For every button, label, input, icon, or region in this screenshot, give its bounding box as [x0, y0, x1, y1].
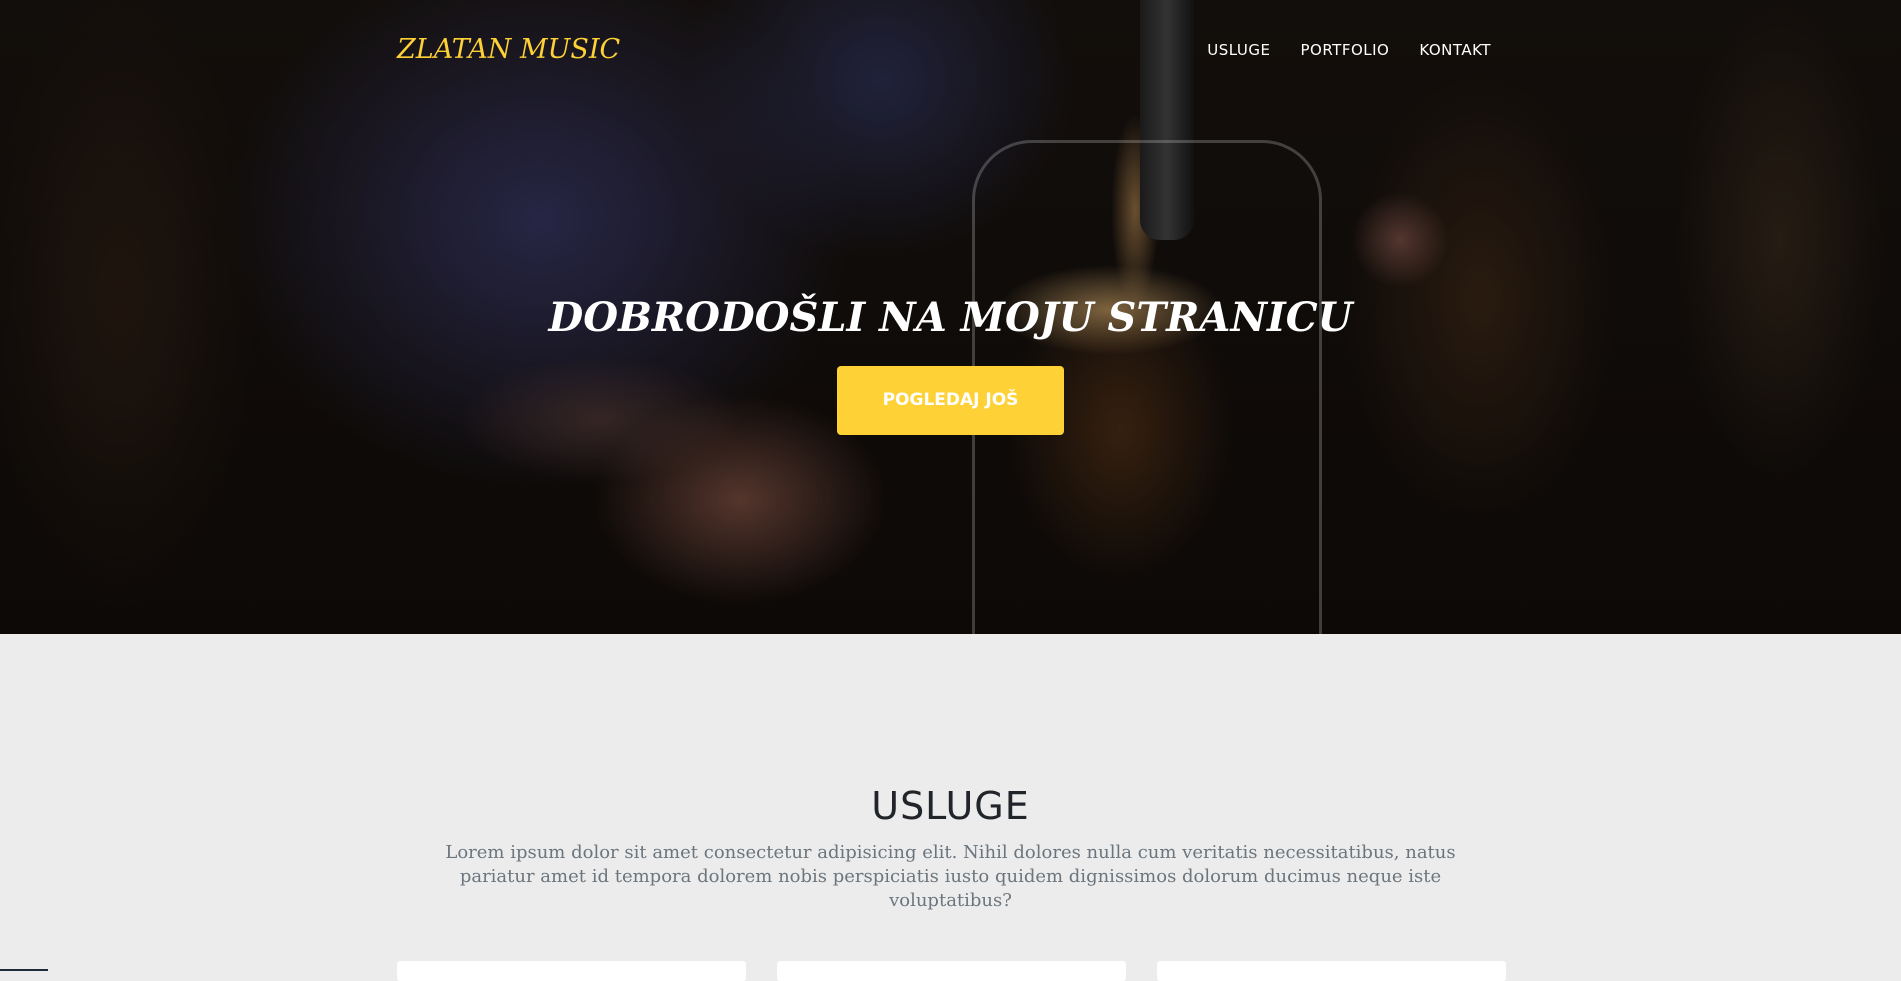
hero-content: DOBRODOŠLI NA MOJU STRANICU POGLEDAJ JOŠ: [0, 293, 1901, 435]
nav-link-portfolio[interactable]: PORTFOLIO: [1300, 41, 1389, 59]
services-subheading: Lorem ipsum dolor sit amet consectetur a…: [445, 842, 1456, 911]
main-navbar: ZLATAN MUSIC USLUGE PORTFOLIO KONTAKT: [0, 0, 1901, 104]
services-heading: USLUGE: [871, 784, 1030, 828]
nav-links: USLUGE PORTFOLIO KONTAKT: [1207, 41, 1491, 59]
hero-section: ZLATAN MUSIC USLUGE PORTFOLIO KONTAKT DO…: [0, 0, 1901, 634]
hero-title: DOBRODOŠLI NA MOJU STRANICU: [548, 294, 1353, 341]
nav-link-usluge[interactable]: USLUGE: [1207, 41, 1270, 59]
brand-logo[interactable]: ZLATAN MUSIC: [397, 34, 620, 65]
nav-link-kontakt[interactable]: KONTAKT: [1419, 41, 1491, 59]
view-more-button[interactable]: POGLEDAJ JOŠ: [837, 366, 1064, 435]
service-card: [777, 961, 1126, 981]
services-section: USLUGE Lorem ipsum dolor sit amet consec…: [0, 634, 1901, 981]
service-card: [397, 961, 746, 981]
service-card: [1157, 961, 1506, 981]
